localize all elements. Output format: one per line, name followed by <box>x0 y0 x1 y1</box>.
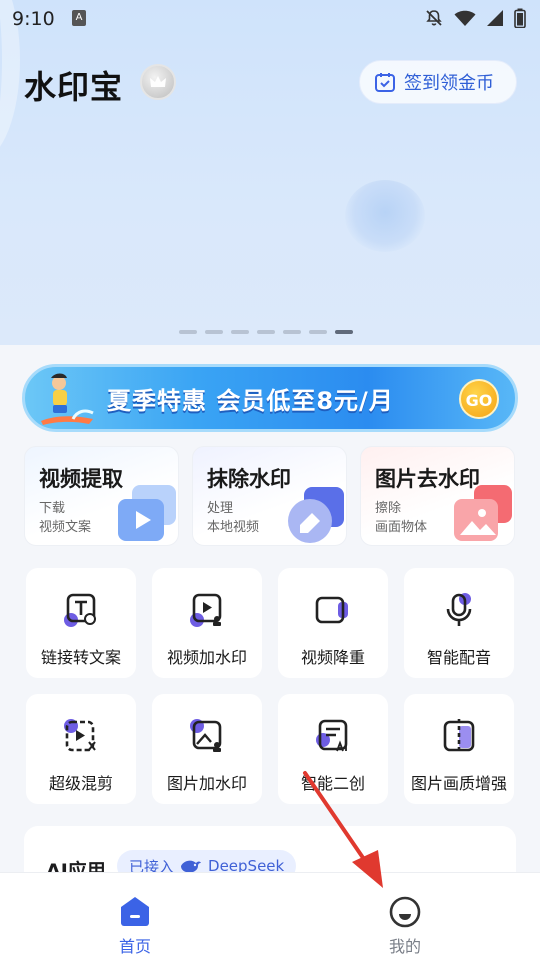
link-text-icon <box>64 593 96 627</box>
feature-subtitle-line: 视频文案 <box>39 520 92 535</box>
hero-blob-decoration <box>345 180 425 252</box>
carousel-indicator <box>179 330 353 334</box>
promo-go-button[interactable]: GO <box>459 379 499 419</box>
wifi-icon <box>454 10 476 26</box>
image-enhance-icon <box>443 719 475 753</box>
image-icon <box>454 485 512 541</box>
image-watermark-icon <box>190 719 222 752</box>
tool-label: 图片画质增强 <box>410 774 507 793</box>
feature-subtitle-line: 画面物体 <box>375 520 428 535</box>
status-bar: 9:10 A <box>0 0 540 38</box>
carousel-dot <box>179 330 197 334</box>
video-watermark-icon <box>190 593 222 627</box>
profile-face-icon <box>389 896 421 928</box>
status-icons <box>424 8 526 28</box>
video-mix-icon <box>64 719 96 752</box>
tool-label: 图片加水印 <box>166 774 247 793</box>
feature-remove-watermark[interactable]: 抹除水印 处理 本地视频 <box>192 446 347 546</box>
promo-text: 夏季特惠 会员低至8元/月 <box>107 387 394 415</box>
feature-subtitle-line: 本地视频 <box>207 520 260 535</box>
mute-icon <box>426 10 442 26</box>
bottom-navigation: 首页 我的 <box>0 872 540 960</box>
carousel-dot <box>283 330 301 334</box>
tool-label: 视频加水印 <box>166 648 247 667</box>
microphone-icon <box>446 593 472 626</box>
video-dedupe-icon <box>315 596 348 624</box>
carousel-dot <box>231 330 249 334</box>
feature-subtitle-line: 下载 <box>39 501 66 516</box>
nav-mine-label: 我的 <box>388 937 421 956</box>
surfer-illustration <box>41 373 94 425</box>
tool-ai-create[interactable]: 智能二创 <box>278 694 388 804</box>
tool-smart-dubbing[interactable]: 智能配音 <box>404 568 514 678</box>
tool-super-mix[interactable]: 超级混剪 <box>26 694 136 804</box>
tool-label: 超级混剪 <box>48 774 113 793</box>
feature-title: 抹除水印 <box>207 467 291 491</box>
promo-banner[interactable]: 夏季特惠 会员低至8元/月 GO <box>22 364 518 432</box>
play-icon <box>118 485 176 541</box>
tool-label: 智能配音 <box>426 648 491 667</box>
tool-image-enhance[interactable]: 图片画质增强 <box>404 694 514 804</box>
feature-video-extract[interactable]: 视频提取 下载 视频文案 <box>24 446 179 546</box>
status-time: 9:10 <box>12 8 55 30</box>
tool-label: 视频降重 <box>300 648 365 667</box>
nav-home[interactable]: 首页 <box>85 873 185 960</box>
tool-link-to-text[interactable]: 链接转文案 <box>26 568 136 678</box>
feature-title: 视频提取 <box>39 467 123 491</box>
feature-subtitle: 处理 本地视频 <box>207 499 259 537</box>
eraser-icon <box>288 487 344 543</box>
tool-label: 智能二创 <box>300 774 365 793</box>
hero-banner[interactable] <box>0 0 540 345</box>
feature-image-remove-watermark[interactable]: 图片去水印 擦除 画面物体 <box>360 446 515 546</box>
nav-home-label: 首页 <box>118 937 151 956</box>
checkin-button[interactable]: 签到领金币 <box>359 60 517 104</box>
signal-icon <box>487 10 503 26</box>
tool-label: 链接转文案 <box>40 648 121 667</box>
calendar-check-icon <box>375 73 395 92</box>
carousel-dot <box>309 330 327 334</box>
nav-mine[interactable]: 我的 <box>355 873 455 960</box>
vip-crown-icon[interactable] <box>140 64 176 100</box>
app-title: 水印宝 <box>24 68 124 106</box>
carousel-dot <box>257 330 275 334</box>
feature-subtitle: 擦除 画面物体 <box>375 499 427 537</box>
feature-subtitle-line: 处理 <box>207 501 234 516</box>
ai-create-icon <box>316 719 348 752</box>
battery-icon <box>514 8 526 28</box>
feature-subtitle-line: 擦除 <box>375 501 402 516</box>
carousel-dot-active <box>335 330 353 334</box>
carousel-dot <box>205 330 223 334</box>
tool-image-watermark[interactable]: 图片加水印 <box>152 694 262 804</box>
tool-video-watermark[interactable]: 视频加水印 <box>152 568 262 678</box>
feature-subtitle: 下载 视频文案 <box>39 499 91 537</box>
checkin-label: 签到领金币 <box>404 73 494 94</box>
home-icon <box>121 897 149 926</box>
notification-badge-icon: A <box>72 10 86 26</box>
tool-video-dedupe[interactable]: 视频降重 <box>278 568 388 678</box>
